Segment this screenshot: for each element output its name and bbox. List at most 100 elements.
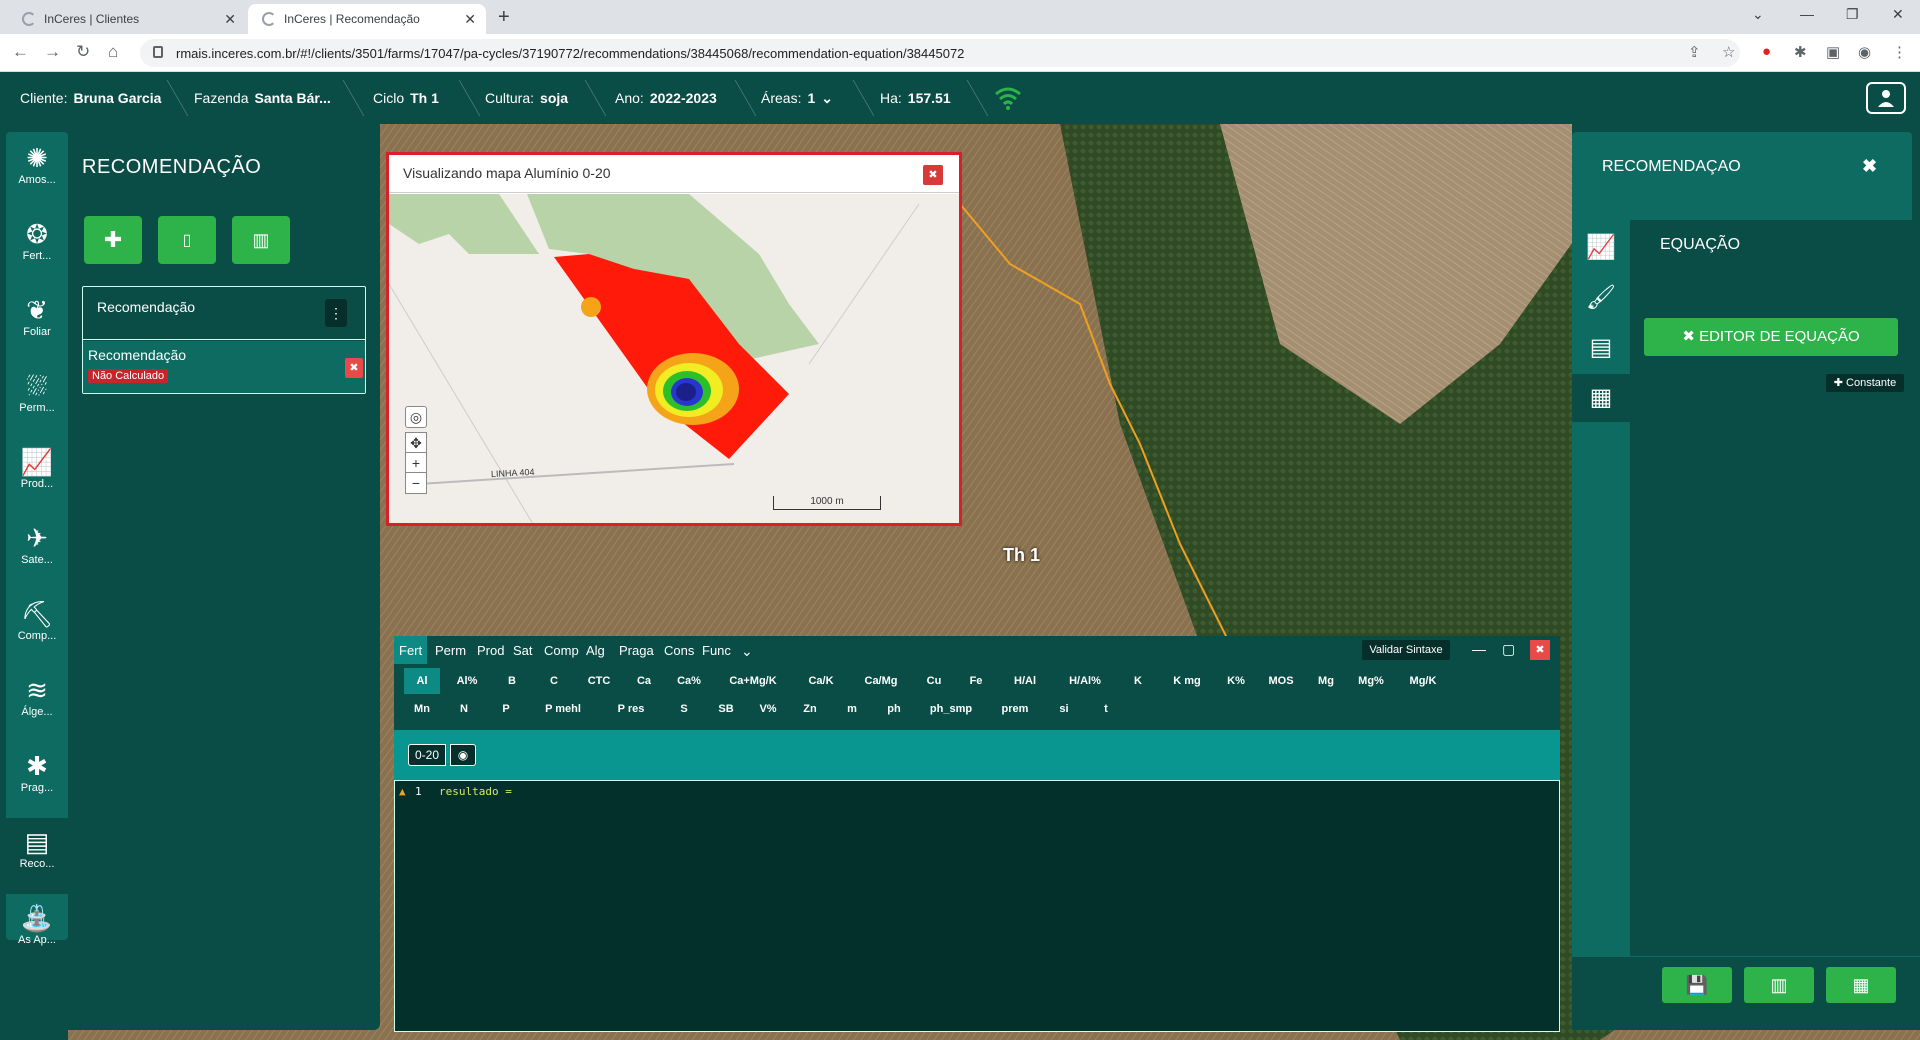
close-tab-icon[interactable]: ✕ [224, 11, 236, 28]
header-ha[interactable]: Ha: 157.51 [880, 90, 951, 106]
tab-fert[interactable]: Fert [394, 636, 428, 664]
code-editor[interactable]: ▲ 1 resultado = [394, 780, 1560, 1032]
sidebar-item-foliar[interactable]: ❦ Foliar [6, 286, 68, 362]
variable-chip[interactable]: P [488, 696, 524, 722]
variable-chip[interactable]: S [666, 696, 702, 722]
share-icon[interactable]: ⇪ [1688, 43, 1701, 61]
variable-chip[interactable]: K [1120, 668, 1156, 694]
header-cliente[interactable]: Cliente: Bruna Garcia [20, 90, 161, 106]
sidebar-item-algebra[interactable]: ≋ Álge... [6, 666, 68, 742]
paint-roller-icon[interactable]: 🖌 [1582, 274, 1620, 322]
extensions-icon[interactable]: ✱ [1794, 43, 1807, 61]
calculator-icon[interactable]: ▦ [1572, 374, 1630, 422]
variable-chip[interactable]: SB [708, 696, 744, 722]
url-field[interactable]: rmais.inceres.com.br/#!/clients/3501/far… [140, 39, 1740, 67]
variable-chip[interactable]: m [834, 696, 870, 722]
list-item[interactable]: Recomendação Não Calculado ✖ [83, 341, 365, 393]
tab-prod[interactable]: Prod [472, 636, 509, 664]
window-close-icon[interactable]: ✕ [1892, 6, 1904, 23]
variable-chip[interactable]: N [446, 696, 482, 722]
sidebar-item-recomendacao[interactable]: ▤ Reco... [6, 818, 68, 894]
back-icon[interactable]: ← [12, 42, 29, 62]
sidebar-item-fertilidade[interactable]: ❂ Fert... [6, 210, 68, 286]
variable-chip[interactable]: H/Al [1000, 668, 1050, 694]
variable-chip[interactable]: Cu [916, 668, 952, 694]
bookmark-star-icon[interactable]: ☆ [1722, 43, 1735, 61]
library-button[interactable]: ▥ [232, 216, 290, 264]
calculate-button[interactable]: ▦ [1826, 967, 1896, 1003]
editor-de-equacao-button[interactable]: ✖ EDITOR DE EQUAÇÃO [1644, 318, 1898, 356]
variable-chip[interactable]: prem [990, 696, 1040, 722]
variable-chip[interactable]: ph_smp [918, 696, 984, 722]
header-cultura[interactable]: Cultura: soja [485, 90, 568, 106]
validar-sintaxe-button[interactable]: Validar Sintaxe [1362, 640, 1450, 660]
variable-chip[interactable]: P res [602, 696, 660, 722]
close-tab-icon[interactable]: ✕ [464, 11, 476, 28]
variable-chip[interactable]: Ca/Mg [852, 668, 910, 694]
variable-chip[interactable]: P mehl [530, 696, 596, 722]
variable-chip[interactable]: si [1046, 696, 1082, 722]
tab-sat[interactable]: Sat [508, 636, 538, 664]
forward-icon[interactable]: → [44, 42, 61, 62]
tab-func[interactable]: Func [697, 636, 736, 664]
opera-extension-icon[interactable]: ● [1762, 43, 1771, 60]
sidebar-item-amostras[interactable]: ✺ Amos... [6, 134, 68, 210]
variable-chip[interactable]: B [494, 668, 530, 694]
locate-icon[interactable]: ◎ [405, 406, 427, 428]
new-tab-icon[interactable]: + [498, 6, 510, 29]
save-button[interactable]: 💾 [1662, 967, 1732, 1003]
variable-chip[interactable]: CTC [578, 668, 620, 694]
variable-chip[interactable]: t [1088, 696, 1124, 722]
variable-chip[interactable]: Ca+Mg/K [716, 668, 790, 694]
header-areas-dropdown[interactable]: Áreas: 1 ⌄ [761, 90, 833, 107]
sidebar-item-compactacao[interactable]: ⛏ Comp... [6, 590, 68, 666]
editor-maximize-icon[interactable]: ▢ [1502, 641, 1515, 658]
editor-close-button[interactable]: ✖ [1530, 640, 1550, 660]
variable-chip[interactable]: Mg% [1350, 668, 1392, 694]
delete-item-button[interactable]: ✖ [345, 358, 363, 378]
depth-selector[interactable]: 0-20 [408, 744, 447, 766]
variable-chip[interactable]: Al [404, 668, 440, 694]
sidepanel-icon[interactable]: ▣ [1826, 43, 1840, 61]
tab-comp[interactable]: Comp [539, 636, 584, 664]
header-ciclo[interactable]: Ciclo Th 1 [373, 90, 439, 106]
variable-chip[interactable]: ph [876, 696, 912, 722]
chart-line-icon[interactable]: 📈 [1582, 224, 1620, 272]
home-icon[interactable]: ⌂ [108, 42, 118, 62]
maximize-icon[interactable]: ❐ [1846, 6, 1859, 23]
tab-cons[interactable]: Cons [659, 636, 699, 664]
tab-search-icon[interactable]: ⌄ [1752, 6, 1764, 23]
add-constante-button[interactable]: ✚ Constante [1826, 374, 1904, 392]
more-tabs-chevron-icon[interactable]: ⌄ [736, 636, 758, 664]
sidebar-item-satelite[interactable]: ✈ Sate... [6, 514, 68, 590]
variable-chip[interactable]: Ca [626, 668, 662, 694]
pan-icon[interactable]: ✥ [405, 432, 427, 454]
zoom-out-icon[interactable]: − [405, 472, 427, 494]
kebab-menu-icon[interactable]: ⋮ [325, 299, 347, 327]
variable-chip[interactable]: Zn [792, 696, 828, 722]
sidebar-item-permeabilidade[interactable]: ⛆ Perm... [6, 362, 68, 438]
header-fazenda[interactable]: Fazenda Santa Bár... [194, 90, 331, 106]
variable-chip[interactable]: Mg/K [1398, 668, 1448, 694]
toggle-visibility-eye-icon[interactable]: ◉ [450, 744, 476, 766]
variable-chip[interactable]: Fe [958, 668, 994, 694]
variable-chip[interactable]: C [536, 668, 572, 694]
browser-tab-clientes[interactable]: InCeres | Clientes ✕ [8, 4, 246, 34]
browser-tab-recomendacao[interactable]: InCeres | Recomendação ✕ [248, 4, 486, 34]
tab-praga[interactable]: Praga [614, 636, 659, 664]
variable-chip[interactable]: K mg [1162, 668, 1212, 694]
reload-icon[interactable]: ↻ [76, 42, 90, 62]
export-pdf-button[interactable]: ▯ [158, 216, 216, 264]
profile-avatar-icon[interactable]: ◉ [1858, 43, 1871, 61]
zoom-in-icon[interactable]: + [405, 452, 427, 474]
header-ano[interactable]: Ano: 2022-2023 [615, 90, 717, 106]
library-button[interactable]: ▥ [1744, 967, 1814, 1003]
add-recommendation-button[interactable]: ✚ [84, 216, 142, 264]
browser-menu-icon[interactable]: ⋮ [1892, 43, 1907, 61]
popup-close-button[interactable]: ✖ [923, 165, 943, 185]
right-panel-close-icon[interactable]: ✖ [1862, 156, 1877, 177]
sidebar-item-pragas[interactable]: ✱ Prag... [6, 742, 68, 818]
variable-chip[interactable]: K% [1218, 668, 1254, 694]
variable-chip[interactable]: V% [750, 696, 786, 722]
minimize-icon[interactable]: — [1800, 6, 1814, 22]
